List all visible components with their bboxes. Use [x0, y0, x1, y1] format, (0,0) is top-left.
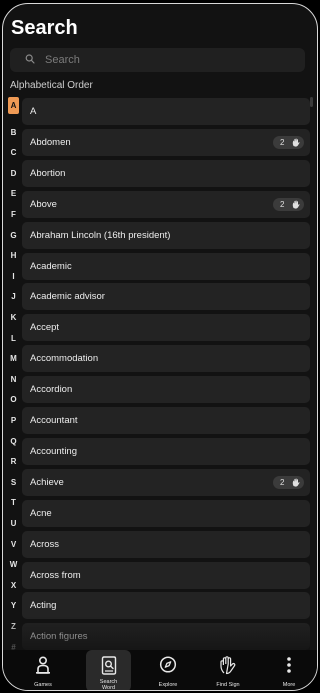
hand-sign-icon	[220, 656, 236, 675]
scrollbar[interactable]	[308, 97, 314, 647]
word-label: Across	[30, 538, 60, 550]
word-label: Abraham Lincoln (16th president)	[30, 229, 171, 241]
nav-games[interactable]: Games	[13, 650, 73, 690]
word-row[interactable]: Accountant	[22, 407, 310, 434]
hand-icon	[292, 138, 300, 147]
alphabet-letter-k[interactable]: K	[8, 311, 19, 324]
variant-count-badge: 2	[273, 197, 304, 211]
word-label: Accommodation	[30, 353, 99, 365]
alphabet-letter-a[interactable]: A	[8, 97, 19, 114]
alphabet-letter-m[interactable]: M	[8, 352, 19, 365]
hand-icon	[292, 200, 300, 209]
word-row[interactable]: Accordion	[22, 376, 310, 404]
variant-count-badge: 2	[273, 135, 304, 149]
alphabet-letter-r[interactable]: R	[8, 455, 19, 468]
variant-count: 2	[280, 477, 285, 487]
variant-count: 2	[280, 199, 285, 209]
bottom-navigation: Games Search Word Explore Find Sign More	[3, 650, 317, 691]
word-row[interactable]: Academic	[22, 252, 310, 280]
alphabet-letter-j[interactable]: J	[8, 290, 19, 303]
search-icon	[25, 54, 35, 64]
search-input[interactable]	[45, 50, 295, 70]
word-label: A	[30, 106, 37, 117]
word-label: Academic	[30, 260, 72, 272]
word-label: Acne	[30, 507, 52, 519]
nav-label-more: More	[282, 682, 296, 688]
word-row[interactable]: Action figures	[22, 623, 310, 651]
page-title: Search	[11, 17, 78, 39]
word-row[interactable]: Academic advisor	[22, 283, 310, 311]
alphabet-letter-n[interactable]: N	[8, 373, 19, 386]
variant-count-badge: 2	[273, 475, 304, 489]
alphabet-letter-u[interactable]: U	[8, 517, 19, 530]
alphabet-letter-p[interactable]: P	[8, 414, 19, 427]
nav-search-word[interactable]: Search Word	[86, 650, 131, 691]
alphabet-letter-w[interactable]: W	[8, 558, 19, 571]
alphabet-letter-o[interactable]: O	[8, 393, 19, 406]
alphabet-letter-q[interactable]: Q	[8, 435, 19, 448]
hand-icon	[292, 478, 300, 487]
nav-more[interactable]: More	[265, 650, 313, 690]
word-row[interactable]: Accounting	[22, 437, 310, 465]
alphabet-letter-x[interactable]: X	[8, 579, 19, 592]
alphabet-letter-f[interactable]: F	[8, 208, 19, 221]
word-row[interactable]: Across	[22, 530, 310, 558]
word-label: Across from	[30, 569, 81, 581]
word-label: Accordion	[30, 384, 73, 396]
search-bar[interactable]	[10, 48, 305, 72]
alphabet-letter-z[interactable]: Z	[8, 620, 19, 633]
alphabet-letter-e[interactable]: E	[8, 187, 19, 200]
more-icon	[287, 657, 291, 673]
alphabet-letter-l[interactable]: L	[8, 332, 19, 345]
word-label: Accounting	[30, 445, 78, 457]
word-row[interactable]: Accept	[22, 314, 310, 342]
word-label: Academic advisor	[30, 291, 105, 303]
word-row[interactable]: Achieve 2	[22, 468, 310, 496]
word-row[interactable]: Acne	[22, 499, 310, 527]
word-row[interactable]: Abraham Lincoln (16th president)	[22, 221, 310, 249]
word-row[interactable]: Accommodation	[22, 345, 310, 373]
word-label: Abortion	[30, 167, 66, 179]
word-label: Accept	[30, 322, 60, 334]
word-row[interactable]: Above 2	[22, 190, 310, 218]
alphabet-letter-s[interactable]: S	[8, 476, 19, 489]
section-label: Alphabetical Order	[10, 80, 93, 91]
nav-label-search-word: Search Word	[86, 679, 131, 691]
nav-label-find-sign: Find Sign	[216, 682, 240, 688]
compass-icon	[159, 656, 177, 673]
word-label: Above	[30, 198, 57, 210]
variant-count: 2	[280, 137, 285, 147]
app-screen: Search Alphabetical Order ABCDEFGHIJKLMN…	[2, 3, 318, 691]
alphabet-letter-c[interactable]: C	[8, 146, 19, 159]
word-label: Abdomen	[30, 136, 71, 148]
alphabet-letter-y[interactable]: Y	[8, 599, 19, 612]
word-label: Action figures	[30, 631, 88, 643]
nav-label-explore: Explore	[158, 682, 178, 688]
word-row[interactable]: Acting	[22, 592, 310, 620]
alphabet-letter-g[interactable]: G	[8, 229, 19, 242]
nav-find-sign[interactable]: Find Sign	[198, 650, 258, 690]
nav-label-games: Games	[34, 682, 52, 688]
alphabet-letter-i[interactable]: I	[8, 270, 19, 283]
scrollbar-thumb[interactable]	[310, 97, 313, 107]
word-row[interactable]: A	[22, 98, 310, 125]
alphabet-letter-d[interactable]: D	[8, 167, 19, 180]
word-row[interactable]: Abdomen 2	[22, 128, 310, 156]
alphabet-letter-h[interactable]: H	[8, 249, 19, 262]
nav-explore[interactable]: Explore	[138, 650, 198, 690]
alphabet-letter-b[interactable]: B	[8, 126, 19, 139]
search-word-icon	[101, 656, 116, 675]
alphabet-letter-v[interactable]: V	[8, 538, 19, 551]
word-row[interactable]: Across from	[22, 561, 310, 589]
alphabet-letter-t[interactable]: T	[8, 496, 19, 509]
word-row[interactable]: Abortion	[22, 159, 310, 187]
nav-label-search-word-text: Search Word	[99, 679, 118, 691]
word-label: Acting	[30, 600, 57, 612]
games-icon	[36, 656, 50, 674]
word-label: Achieve	[30, 476, 64, 488]
word-label: Accountant	[30, 415, 78, 426]
